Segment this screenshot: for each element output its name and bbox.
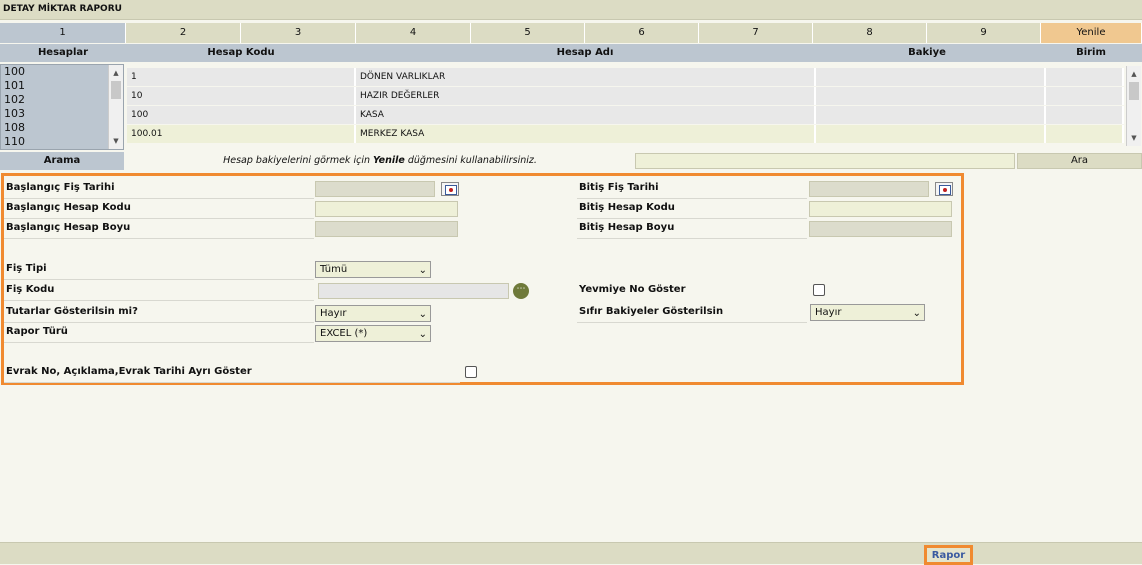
column-header-hesap-kodu: Hesap Kodu	[126, 44, 356, 62]
scroll-up-icon[interactable]: ▲	[109, 67, 123, 79]
evrak-ayri-goster-label: Evrak No, Açıklama,Evrak Tarihi Ayrı Gös…	[4, 363, 460, 383]
fis-tipi-label: Fiş Tipi	[4, 260, 314, 280]
listbox-scrollbar[interactable]: ▲ ▼	[108, 65, 123, 149]
cell-hesap-kodu: 10	[127, 87, 356, 105]
cell-hesap-kodu: 1	[127, 68, 356, 86]
column-header-hesap-adi: Hesap Adı	[356, 44, 814, 62]
tab-7[interactable]: 7	[699, 23, 813, 43]
footer-bar: Rapor	[0, 542, 1142, 565]
fis-kodu-input[interactable]	[318, 283, 509, 299]
column-header-hesaplar: Hesaplar	[0, 44, 126, 62]
baslangic-hesap-boyu-input[interactable]	[315, 221, 458, 237]
cell-hesap-adi: DÖNEN VARLIKLAR	[356, 68, 816, 86]
more-options-icon[interactable]: ⋯	[513, 283, 529, 299]
fis-kodu-label: Fiş Kodu	[4, 281, 314, 301]
search-bar: Arama Hesap bakiyelerini görmek için Yen…	[0, 152, 1142, 170]
bitis-hesap-kodu-label: Bitiş Hesap Kodu	[577, 199, 807, 219]
tab-8[interactable]: 8	[813, 23, 927, 43]
rapor-turu-select[interactable]: EXCEL (*) ⌄	[315, 325, 431, 342]
tab-6[interactable]: 6	[585, 23, 699, 43]
yevmiye-no-goster-label: Yevmiye No Göster	[579, 284, 686, 295]
baslangic-hesap-kodu-input[interactable]	[315, 201, 458, 217]
chevron-down-icon: ⌄	[418, 309, 427, 320]
scroll-up-icon[interactable]: ▲	[1127, 68, 1141, 80]
bitis-hesap-kodu-input[interactable]	[809, 201, 952, 217]
cell-hesap-adi: KASA	[356, 106, 816, 124]
cell-birim	[1046, 106, 1124, 124]
cell-bakiye	[816, 87, 1046, 105]
table-row[interactable]: 100 KASA	[127, 106, 1124, 124]
list-item[interactable]: 101	[1, 79, 123, 93]
search-button[interactable]: Ara	[1017, 153, 1142, 169]
column-header-birim: Birim	[1040, 44, 1142, 62]
tutarlar-select[interactable]: Hayır ⌄	[315, 305, 431, 322]
tab-9[interactable]: 9	[927, 23, 1041, 43]
scroll-thumb[interactable]	[1129, 82, 1139, 100]
tab-5[interactable]: 5	[471, 23, 585, 43]
fis-tipi-select[interactable]: Tümü ⌄	[315, 261, 431, 278]
cell-bakiye	[816, 106, 1046, 124]
tutarlar-label: Tutarlar Gösterilsin mi?	[4, 303, 314, 323]
rapor-button[interactable]: Rapor	[924, 545, 973, 565]
cell-hesap-adi: HAZIR DEĞERLER	[356, 87, 816, 105]
cell-birim	[1046, 68, 1124, 86]
evrak-ayri-goster-checkbox[interactable]	[465, 366, 477, 378]
baslangic-hesap-boyu-label: Başlangıç Hesap Boyu	[4, 219, 314, 239]
bitis-fis-tarihi-input[interactable]	[809, 181, 929, 197]
table-row[interactable]: 100.01 MERKEZ KASA	[127, 125, 1124, 143]
table-row[interactable]: 1 DÖNEN VARLIKLAR	[127, 68, 1124, 86]
baslangic-hesap-kodu-label: Başlangıç Hesap Kodu	[4, 199, 314, 219]
chevron-down-icon: ⌄	[418, 329, 427, 340]
search-label: Arama	[0, 152, 124, 170]
list-item[interactable]: 108	[1, 121, 123, 135]
cell-birim	[1046, 87, 1124, 105]
baslangic-fis-tarihi-input[interactable]	[315, 181, 435, 197]
grid-scrollbar[interactable]: ▲ ▼	[1126, 66, 1141, 146]
report-criteria-panel: Başlangıç Fiş Tarihi Bitiş Fiş Tarihi Ba…	[1, 173, 964, 385]
cell-hesap-kodu: 100.01	[127, 125, 356, 143]
scroll-thumb[interactable]	[111, 81, 121, 99]
yevmiye-no-goster-checkbox[interactable]	[813, 284, 825, 296]
tab-1[interactable]: 1	[0, 23, 126, 43]
cell-hesap-adi: MERKEZ KASA	[356, 125, 816, 143]
table-row[interactable]: 10 HAZIR DEĞERLER	[127, 87, 1124, 105]
refresh-hint: Hesap bakiyelerini görmek için Yenile dü…	[223, 155, 537, 166]
cell-hesap-kodu: 100	[127, 106, 356, 124]
rapor-turu-label: Rapor Türü	[4, 323, 314, 343]
search-input[interactable]	[635, 153, 1015, 169]
bitis-hesap-boyu-label: Bitiş Hesap Boyu	[577, 219, 807, 239]
chevron-down-icon: ⌄	[912, 308, 921, 319]
page-title: DETAY MİKTAR RAPORU	[0, 0, 1142, 20]
tab-2[interactable]: 2	[126, 23, 241, 43]
bitis-hesap-boyu-input[interactable]	[809, 221, 952, 237]
bitis-fis-tarihi-label: Bitiş Fiş Tarihi	[577, 179, 807, 199]
cell-bakiye	[816, 68, 1046, 86]
cell-birim	[1046, 125, 1124, 143]
list-item[interactable]: 102	[1, 93, 123, 107]
hesaplar-listbox[interactable]: 100 101 102 103 108 110 ▲ ▼	[0, 64, 124, 150]
page-tabs: 1 2 3 4 5 6 7 8 9 Yenile	[0, 23, 1142, 43]
calendar-icon[interactable]	[441, 182, 459, 196]
scroll-down-icon[interactable]: ▼	[109, 135, 123, 147]
scroll-down-icon[interactable]: ▼	[1127, 132, 1141, 144]
list-item[interactable]: 103	[1, 107, 123, 121]
calendar-icon[interactable]	[935, 182, 953, 196]
sifir-bakiyeler-select[interactable]: Hayır ⌄	[810, 304, 925, 321]
baslangic-fis-tarihi-label: Başlangıç Fiş Tarihi	[4, 179, 314, 199]
tab-4[interactable]: 4	[356, 23, 471, 43]
list-item[interactable]: 110	[1, 135, 123, 149]
cell-bakiye	[816, 125, 1046, 143]
refresh-tab[interactable]: Yenile	[1041, 23, 1142, 43]
sifir-bakiyeler-label: Sıfır Bakiyeler Gösterilsin	[577, 303, 807, 323]
chevron-down-icon: ⌄	[418, 265, 427, 276]
tab-3[interactable]: 3	[241, 23, 356, 43]
list-item[interactable]: 100	[1, 65, 123, 79]
column-header-bakiye: Bakiye	[814, 44, 1040, 62]
